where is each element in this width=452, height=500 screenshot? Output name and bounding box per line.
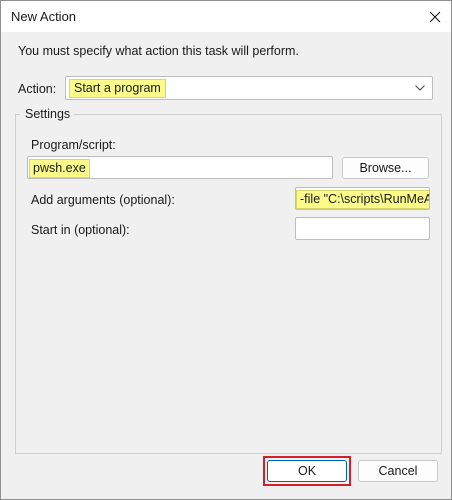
cancel-button[interactable]: Cancel [358, 460, 438, 482]
close-button[interactable] [419, 1, 451, 32]
add-arguments-label: Add arguments (optional): [31, 193, 175, 207]
title-bar: New Action [1, 1, 451, 32]
ok-button[interactable]: OK [267, 460, 347, 482]
chevron-down-icon [414, 81, 426, 95]
program-script-input[interactable]: pwsh.exe [27, 156, 333, 179]
program-script-label: Program/script: [31, 138, 116, 152]
add-arguments-value: -file "C:\scripts\RunMeA [296, 190, 429, 209]
instruction-text: You must specify what action this task w… [18, 44, 299, 58]
start-in-input[interactable] [295, 217, 430, 240]
window-title: New Action [11, 9, 77, 24]
start-in-label: Start in (optional): [31, 223, 130, 237]
action-dropdown[interactable]: Start a program [65, 76, 433, 100]
close-icon [429, 11, 441, 22]
dialog-body: You must specify what action this task w… [1, 32, 451, 499]
action-selected-value: Start a program [69, 79, 166, 98]
action-label: Action: [18, 82, 57, 96]
browse-button[interactable]: Browse... [342, 157, 429, 179]
program-script-value: pwsh.exe [29, 159, 90, 178]
add-arguments-input[interactable]: -file "C:\scripts\RunMeA [295, 187, 430, 210]
settings-legend: Settings [23, 107, 73, 121]
new-action-dialog: New Action You must specify what action … [0, 0, 452, 500]
